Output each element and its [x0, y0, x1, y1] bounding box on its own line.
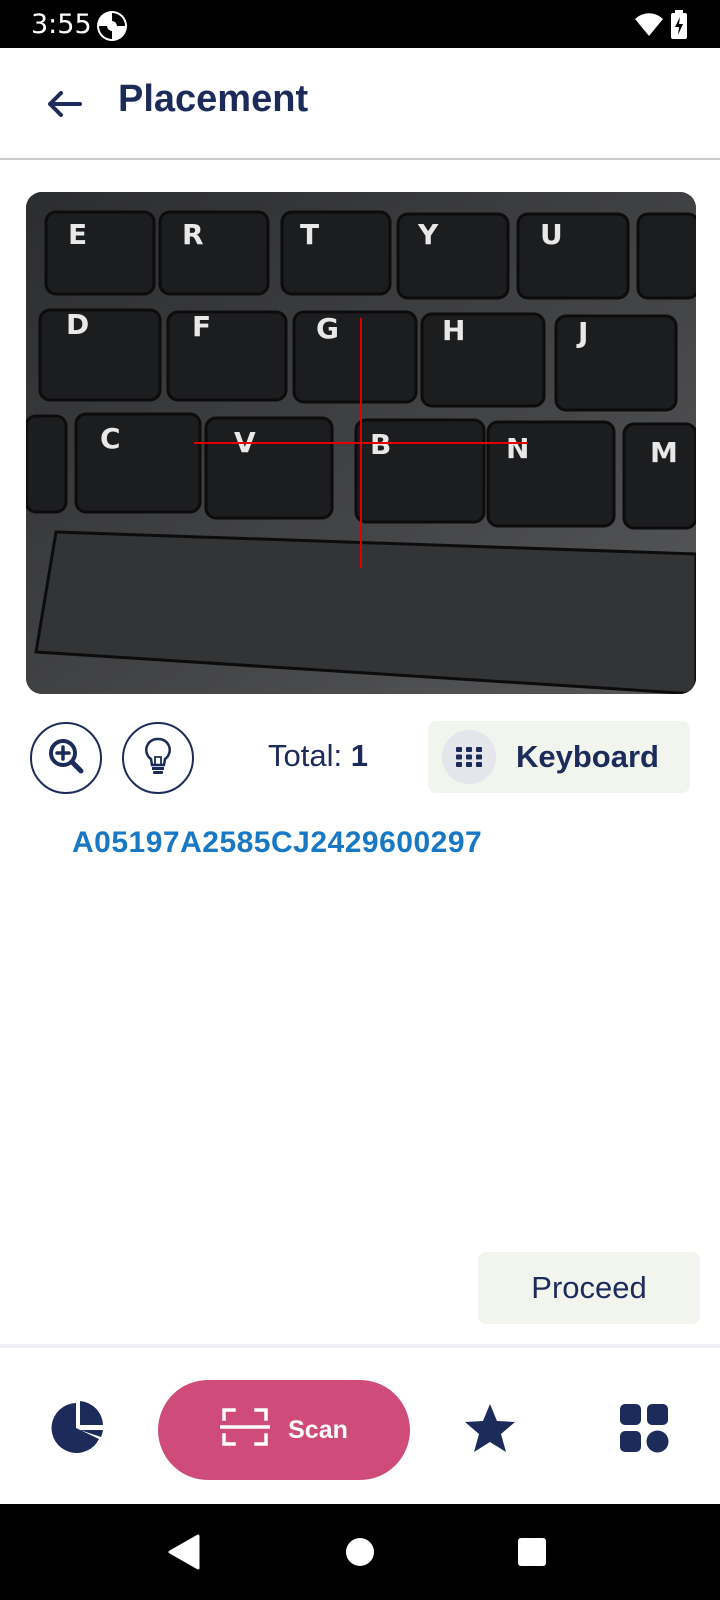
status-icons — [634, 10, 688, 45]
zoom-in-icon — [46, 736, 86, 781]
scan-frame-icon — [219, 1407, 271, 1454]
scanned-code-item[interactable]: A05197A2585CJ2429600297 — [72, 826, 482, 860]
total-value: 1 — [350, 738, 368, 773]
nav-item-favorites[interactable] — [460, 1400, 520, 1460]
system-recents-button[interactable] — [512, 1534, 552, 1574]
svg-text:D: D — [66, 308, 89, 341]
svg-text:G: G — [316, 312, 339, 345]
status-bar: 3:55 — [0, 0, 720, 48]
triangle-back-icon — [168, 1534, 200, 1575]
total-label: Total: — [268, 738, 343, 773]
svg-text:C: C — [100, 422, 121, 455]
nav-item-scan[interactable]: Scan — [158, 1380, 410, 1480]
camera-preview[interactable]: E R T Y U D F G H J C V B N M — [26, 192, 696, 694]
system-home-button[interactable] — [340, 1534, 380, 1574]
back-button[interactable] — [36, 78, 92, 134]
zoom-button[interactable] — [30, 722, 102, 794]
svg-text:R: R — [182, 218, 204, 251]
svg-text:F: F — [192, 310, 211, 343]
flashlight-button[interactable] — [122, 722, 194, 794]
square-recents-icon — [516, 1536, 548, 1573]
crosshair-vertical — [360, 318, 362, 568]
arrow-left-icon — [44, 88, 84, 125]
battery-charging-icon — [670, 10, 688, 45]
star-icon — [463, 1402, 517, 1459]
circle-home-icon — [344, 1536, 376, 1573]
svg-text:M: M — [650, 436, 678, 469]
keyboard-label: Keyboard — [516, 739, 659, 774]
grid-icon — [618, 1402, 670, 1459]
svg-text:E: E — [68, 218, 87, 251]
app-bar: Placement — [0, 48, 720, 160]
keyboard-button[interactable]: Keyboard — [428, 721, 690, 793]
svg-text:B: B — [370, 428, 391, 461]
system-nav-bar — [0, 1504, 720, 1600]
svg-text:H: H — [442, 314, 465, 347]
nav-scan-label: Scan — [288, 1415, 348, 1444]
status-time: 3:55 — [31, 9, 92, 40]
wifi-icon — [634, 12, 664, 43]
lightbulb-icon — [141, 736, 175, 781]
total-count: Total: 1 — [268, 738, 368, 774]
nav-item-reports[interactable] — [46, 1400, 106, 1460]
nav-item-menu[interactable] — [614, 1400, 674, 1460]
page-title: Placement — [118, 78, 309, 120]
svg-text:N: N — [506, 432, 529, 465]
app-notification-icon — [96, 10, 128, 42]
keypad-icon — [442, 730, 496, 784]
svg-text:T: T — [300, 218, 319, 251]
proceed-button[interactable]: Proceed — [478, 1252, 700, 1324]
svg-text:Y: Y — [417, 218, 439, 251]
svg-text:J: J — [576, 316, 588, 349]
pie-chart-icon — [47, 1399, 105, 1462]
svg-text:U: U — [540, 218, 563, 251]
system-back-button[interactable] — [164, 1534, 204, 1574]
bottom-nav: Scan — [0, 1344, 720, 1504]
